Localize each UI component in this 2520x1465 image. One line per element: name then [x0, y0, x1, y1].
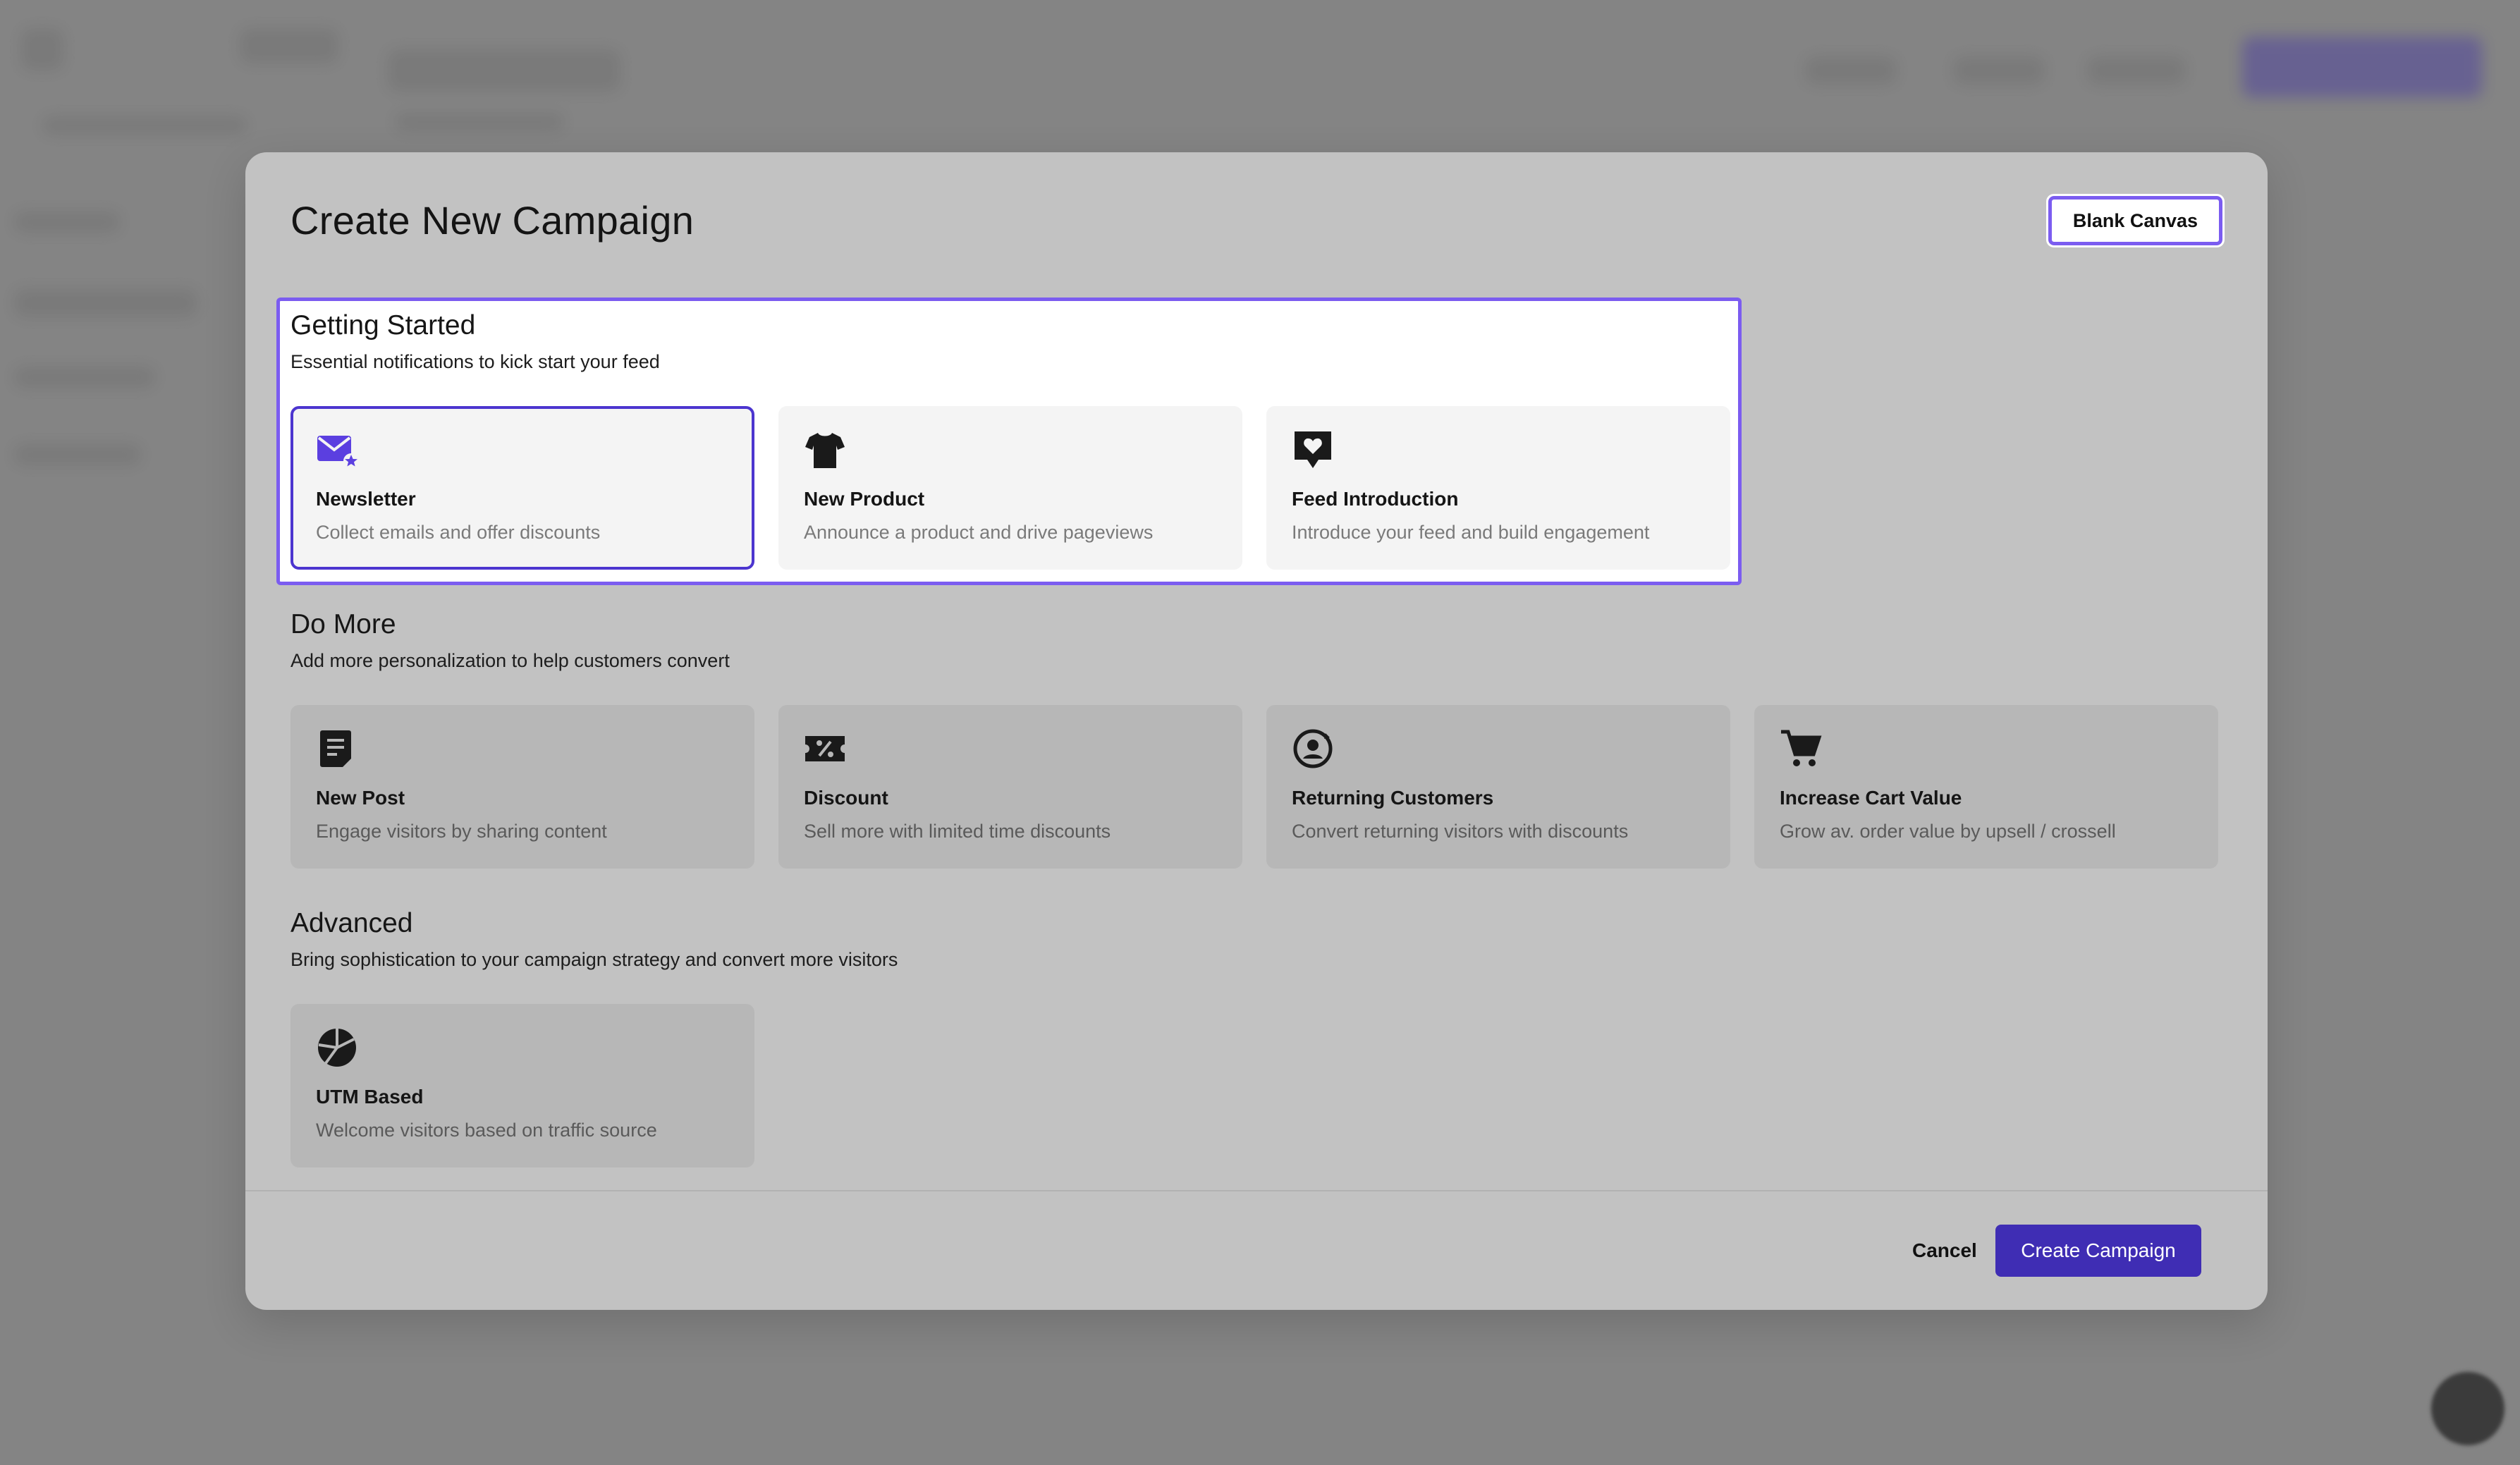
campaign-card-new-post[interactable]: New Post Engage visitors by sharing cont… — [290, 705, 754, 869]
getting-started-cards: Newsletter Collect emails and offer disc… — [290, 406, 1730, 570]
campaign-card-utm-based[interactable]: UTM Based Welcome visitors based on traf… — [290, 1004, 754, 1167]
section-title: Advanced — [290, 908, 413, 938]
card-title: UTM Based — [316, 1086, 424, 1108]
blank-canvas-button[interactable]: Blank Canvas — [2045, 194, 2225, 247]
section-do-more: Do More Add more personalization to help… — [290, 609, 730, 672]
footer-divider — [245, 1190, 2268, 1191]
modal-title: Create New Campaign — [290, 198, 695, 243]
card-title: New Post — [316, 787, 405, 809]
campaign-card-new-product[interactable]: New Product Announce a product and drive… — [778, 406, 1242, 570]
campaign-card-feed-introduction[interactable]: Feed Introduction Introduce your feed an… — [1266, 406, 1730, 570]
section-subtitle: Add more personalization to help custome… — [290, 650, 730, 671]
post-icon — [320, 730, 351, 767]
card-title: Returning Customers — [1292, 787, 1494, 809]
discount-icon — [805, 736, 845, 761]
campaign-card-increase-cart-value[interactable]: Increase Cart Value Grow av. order value… — [1754, 705, 2218, 869]
section-getting-started: Getting Started Essential notifications … — [290, 310, 660, 373]
advanced-cards: UTM Based Welcome visitors based on traf… — [290, 1004, 754, 1167]
utm-icon — [318, 1029, 356, 1067]
create-campaign-button[interactable]: Create Campaign — [1995, 1225, 2201, 1277]
help-chat-button[interactable] — [2431, 1372, 2504, 1445]
card-description: Welcome visitors based on traffic source — [316, 1120, 657, 1141]
campaign-card-newsletter[interactable]: Newsletter Collect emails and offer disc… — [290, 406, 754, 570]
card-title: Increase Cart Value — [1780, 787, 1962, 809]
card-title: Newsletter — [316, 488, 416, 510]
section-title: Do More — [290, 609, 396, 639]
card-description: Convert returning visitors with discount… — [1292, 821, 1629, 842]
shirt-icon — [805, 433, 845, 468]
cancel-button[interactable]: Cancel — [1895, 1225, 1994, 1277]
card-title: Feed Introduction — [1292, 488, 1459, 510]
card-description: Engage visitors by sharing content — [316, 821, 607, 842]
newsletter-icon — [317, 436, 358, 469]
card-title: New Product — [804, 488, 925, 510]
returning-customer-icon — [1293, 729, 1333, 768]
section-advanced: Advanced Bring sophistication to your ca… — [290, 908, 898, 971]
section-subtitle: Bring sophistication to your campaign st… — [290, 949, 898, 970]
section-title: Getting Started — [290, 310, 476, 341]
card-title: Discount — [804, 787, 888, 809]
heart-chat-icon — [1295, 431, 1331, 468]
card-description: Collect emails and offer discounts — [316, 522, 601, 543]
card-description: Announce a product and drive pageviews — [804, 522, 1154, 543]
create-campaign-modal: Create New Campaign Blank Canvas Getting… — [245, 152, 2268, 1310]
do-more-cards: New Post Engage visitors by sharing cont… — [290, 705, 2218, 869]
card-description: Sell more with limited time discounts — [804, 821, 1111, 842]
section-subtitle: Essential notifications to kick start yo… — [290, 351, 660, 372]
cart-icon — [1781, 730, 1822, 766]
campaign-card-returning-customers[interactable]: Returning Customers Convert returning vi… — [1266, 705, 1730, 869]
campaign-card-discount[interactable]: Discount Sell more with limited time dis… — [778, 705, 1242, 869]
card-description: Grow av. order value by upsell / crossel… — [1780, 821, 2116, 842]
card-description: Introduce your feed and build engagement — [1292, 522, 1650, 543]
